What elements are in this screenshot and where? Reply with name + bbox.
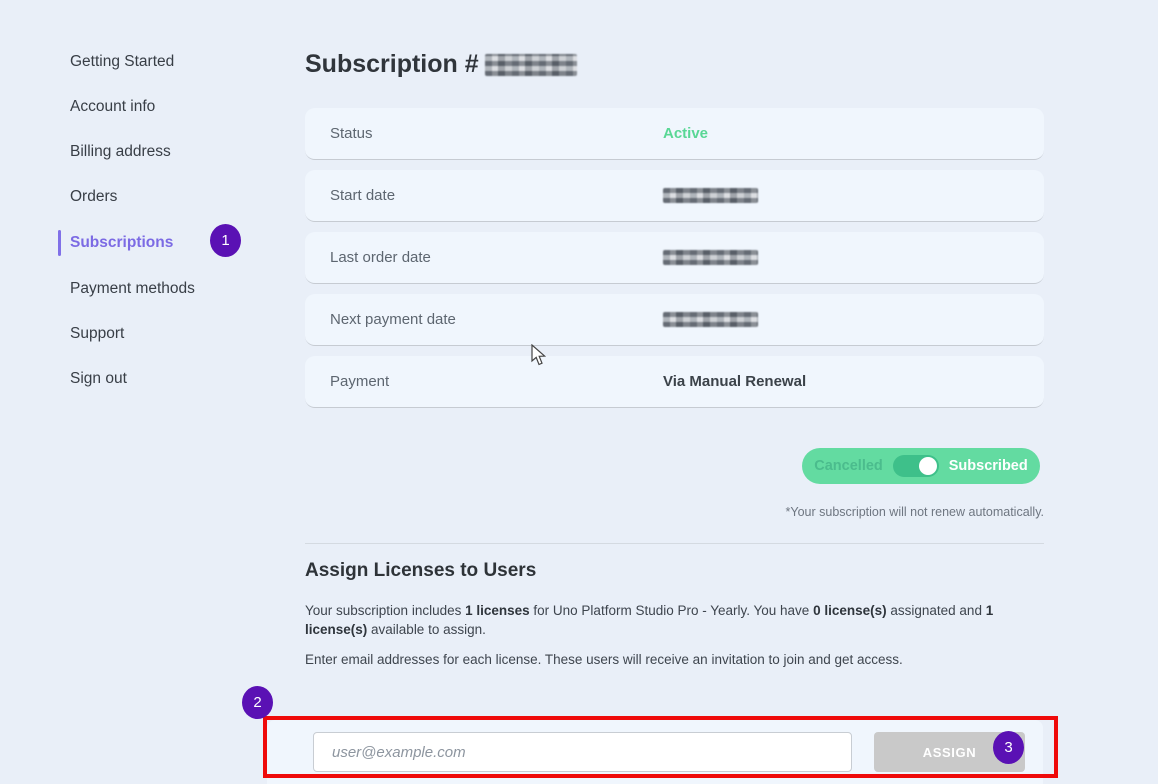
assign-section-heading: Assign Licenses to Users: [305, 560, 536, 582]
text-segment-bold: 1 licenses: [465, 603, 530, 618]
status-value: Active: [663, 125, 708, 142]
subscription-toggle[interactable]: Cancelled Subscribed: [802, 448, 1040, 484]
row-label: Next payment date: [330, 311, 456, 328]
sidebar-item-label: Subscriptions: [70, 234, 173, 251]
sidebar-item-payment-methods[interactable]: Payment methods: [70, 279, 195, 299]
annotation-badge-1: 1: [210, 224, 241, 257]
row-last-order-date: Last order date: [305, 232, 1044, 284]
text-segment: Your subscription includes: [305, 603, 465, 618]
subscription-page: Getting Started Account info Billing add…: [0, 0, 1158, 784]
text-segment: assignated and: [887, 603, 986, 618]
assign-instructions: Enter email addresses for each license. …: [305, 651, 1045, 670]
toggle-knob: [919, 457, 937, 475]
sidebar-item-label: Orders: [70, 188, 117, 205]
annotation-red-box: [263, 716, 1058, 778]
toggle-subscribed-label: Subscribed: [949, 458, 1028, 474]
assign-description: Your subscription includes 1 licenses fo…: [305, 602, 1045, 639]
row-payment: Payment Via Manual Renewal: [305, 356, 1044, 408]
row-label: Payment: [330, 373, 389, 390]
redacted-date-value: [663, 188, 758, 203]
toggle-switch[interactable]: [893, 455, 939, 477]
sidebar-item-subscriptions[interactable]: Subscriptions: [70, 233, 173, 253]
sidebar-item-label: Payment methods: [70, 280, 195, 297]
sidebar-item-support[interactable]: Support: [70, 324, 124, 344]
sidebar-item-getting-started[interactable]: Getting Started: [70, 52, 174, 72]
text-segment: available to assign.: [367, 622, 486, 637]
sidebar-item-label: Support: [70, 325, 124, 342]
row-next-payment-date: Next payment date: [305, 294, 1044, 346]
text-segment-bold: 0 license(s): [813, 603, 887, 618]
row-status: Status Active: [305, 108, 1044, 160]
section-divider: [305, 543, 1044, 544]
page-title: Subscription #: [305, 50, 577, 79]
row-label: Status: [330, 125, 373, 142]
renewal-note: *Your subscription will not renew automa…: [305, 505, 1044, 519]
sidebar-item-label: Getting Started: [70, 53, 174, 70]
text-segment: for Uno Platform Studio Pro - Yearly. Yo…: [530, 603, 813, 618]
sidebar-item-sign-out[interactable]: Sign out: [70, 369, 127, 389]
sidebar-item-orders[interactable]: Orders: [70, 187, 117, 207]
row-start-date: Start date: [305, 170, 1044, 222]
sidebar-item-label: Billing address: [70, 143, 171, 160]
row-label: Start date: [330, 187, 395, 204]
sidebar-item-label: Account info: [70, 98, 155, 115]
toggle-cancelled-label: Cancelled: [814, 458, 883, 474]
redacted-date-value: [663, 312, 758, 327]
sidebar-item-billing-address[interactable]: Billing address: [70, 142, 171, 162]
payment-value: Via Manual Renewal: [663, 373, 806, 390]
annotation-badge-2: 2: [242, 686, 273, 719]
annotation-badge-3: 3: [993, 731, 1024, 764]
redacted-date-value: [663, 250, 758, 265]
sidebar-item-label: Sign out: [70, 370, 127, 387]
active-indicator-bar: [58, 230, 61, 256]
page-title-text: Subscription #: [305, 50, 479, 79]
redacted-subscription-number: [485, 54, 577, 76]
sidebar-item-account-info[interactable]: Account info: [70, 97, 155, 117]
row-label: Last order date: [330, 249, 431, 266]
